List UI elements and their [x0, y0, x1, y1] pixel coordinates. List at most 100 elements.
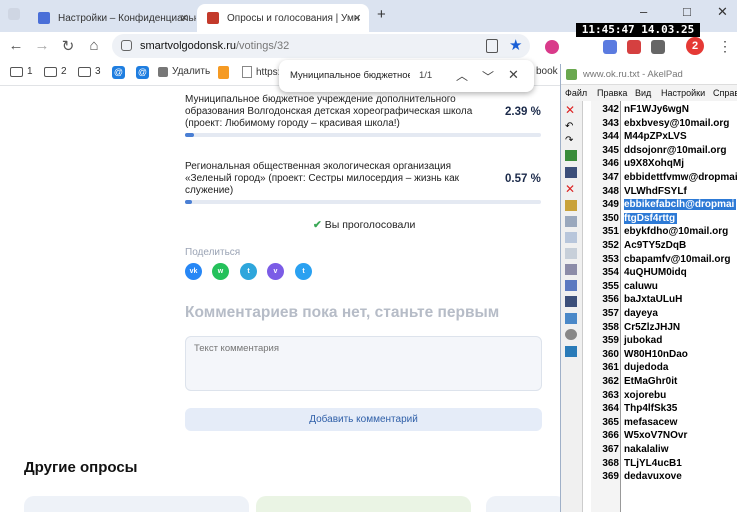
back-button[interactable]: ←: [7, 37, 25, 54]
text-line[interactable]: baJxtaULuH: [624, 294, 682, 305]
text-line[interactable]: nakalaliw: [624, 444, 668, 455]
tab-votings[interactable]: Опросы и голосования | Умн ×: [197, 4, 369, 32]
text-line[interactable]: xojorebu: [624, 390, 666, 401]
settings-icon[interactable]: [565, 329, 577, 340]
text-line[interactable]: dayeya: [624, 308, 658, 319]
text-line[interactable]: TLjYL4ucB1: [624, 458, 682, 469]
panel-icon[interactable]: [565, 346, 577, 357]
text-line[interactable]: ebxbvesy@10mail.org: [624, 118, 729, 129]
text-line[interactable]: mefasacew: [624, 417, 677, 428]
close-doc-icon[interactable]: ✕: [565, 104, 577, 116]
text-line[interactable]: dujedoda: [624, 362, 668, 373]
maximize-button[interactable]: □: [683, 4, 691, 19]
extension-icon[interactable]: [545, 40, 559, 54]
text-line[interactable]: Cr5ZlzJHJN: [624, 322, 680, 333]
add-comment-button[interactable]: Добавить комментарий: [185, 408, 542, 431]
ok-icon: [218, 66, 229, 79]
akelpad-window: www.ok.ru.txt - AkelPad Файл Правка Вид …: [560, 64, 737, 512]
twitter-share-icon[interactable]: t: [295, 263, 312, 280]
bookmark-mail-1[interactable]: @: [112, 66, 125, 79]
text-line[interactable]: 4uQHUM0idq: [624, 267, 687, 278]
find-input[interactable]: Муниципальное бюджетное у: [290, 70, 410, 81]
tab-search-icon[interactable]: [8, 8, 20, 20]
find-next-button[interactable]: ﹀: [482, 68, 494, 85]
copy-icon[interactable]: [565, 200, 577, 211]
text-line[interactable]: dedavuxove: [624, 471, 682, 482]
delete-icon[interactable]: ✕: [565, 183, 577, 195]
replace-icon[interactable]: [565, 264, 577, 275]
menu-view[interactable]: Вид: [635, 88, 651, 98]
text-line[interactable]: nF1WJy6wgN: [624, 104, 689, 115]
paste-icon[interactable]: [565, 232, 577, 243]
poll-card[interactable]: [486, 496, 560, 512]
text-line[interactable]: ddsojonr@10mail.org: [624, 145, 727, 156]
text-line[interactable]: W80H10nDao: [624, 349, 688, 360]
text-line[interactable]: cbapamfv@10mail.org: [624, 254, 730, 265]
close-icon[interactable]: ×: [180, 10, 188, 25]
selected-text-line[interactable]: ftgDsf4rttg: [624, 212, 678, 224]
save-all-icon[interactable]: [565, 296, 577, 307]
profile-avatar[interactable]: 2: [686, 37, 704, 55]
minimize-button[interactable]: –: [640, 4, 647, 19]
text-line[interactable]: ebykfdho@10mail.org: [624, 226, 728, 237]
extension-icon[interactable]: [603, 40, 617, 54]
bookmark-ok[interactable]: [218, 66, 229, 79]
find-icon[interactable]: [565, 248, 577, 259]
bookmark-tail[interactable]: book: [536, 66, 558, 77]
text-line[interactable]: EtMaGhr0it: [624, 376, 677, 387]
window-icon[interactable]: [565, 216, 577, 227]
selected-text-line[interactable]: ebbikefabclh@dropmai: [624, 199, 737, 211]
line-number: 343: [602, 117, 619, 129]
save-icon[interactable]: [565, 167, 577, 178]
close-window-button[interactable]: ✕: [717, 4, 728, 20]
menu-file[interactable]: Файл: [565, 88, 587, 98]
close-icon[interactable]: ×: [353, 10, 361, 25]
bookmark-folder-2[interactable]: 2: [44, 66, 67, 77]
telegram-share-icon[interactable]: t: [240, 263, 257, 280]
forward-button[interactable]: →: [33, 37, 51, 54]
find-previous-button[interactable]: ︿: [456, 67, 468, 84]
tab-settings[interactable]: Настройки – Конфиденциальн ×: [28, 4, 196, 32]
reader-icon[interactable]: [486, 39, 498, 53]
poll-card[interactable]: [256, 496, 471, 512]
menu-edit[interactable]: Правка: [597, 88, 627, 98]
tool-icon[interactable]: [565, 313, 577, 324]
home-button[interactable]: ⌂: [85, 37, 103, 54]
menu-kebab-icon[interactable]: ⋮: [718, 38, 732, 55]
extension-icon[interactable]: [627, 40, 641, 54]
text-line[interactable]: Ac9TY5zDqB: [624, 240, 686, 251]
viber-share-icon[interactable]: v: [267, 263, 284, 280]
find-close-button[interactable]: ✕: [508, 67, 519, 83]
redo-icon[interactable]: ↷: [565, 135, 577, 146]
bookmark-star-icon[interactable]: ★: [509, 36, 522, 54]
text-line[interactable]: Thp4lfSk35: [624, 403, 677, 414]
text-line[interactable]: W5xoV7NOvr: [624, 430, 687, 441]
vk-share-icon[interactable]: vk: [185, 263, 202, 280]
address-bar[interactable]: smartvolgodonsk.ru/votings/32 ★: [112, 34, 530, 58]
menu-help[interactable]: Справ: [713, 88, 737, 98]
text-line[interactable]: VLWhdFSYLf: [624, 186, 687, 197]
bookmark-folder-3[interactable]: 3: [78, 66, 101, 77]
folder-icon: [44, 66, 57, 77]
line-number: 357: [602, 308, 619, 319]
new-file-icon[interactable]: [565, 150, 577, 161]
whatsapp-share-icon[interactable]: w: [212, 263, 229, 280]
bookmark-delete[interactable]: Удалить: [158, 66, 210, 77]
site-info-icon[interactable]: [121, 40, 132, 51]
new-tab-button[interactable]: +: [377, 6, 386, 23]
text-line[interactable]: jubokad: [624, 335, 662, 346]
text-line[interactable]: u9X8XohqMj: [624, 158, 684, 169]
menu-settings[interactable]: Настройки: [661, 88, 705, 98]
undo-icon[interactable]: ↶: [565, 121, 577, 132]
text-line[interactable]: ebbidettfvmw@dropmai: [624, 172, 737, 183]
poll-card[interactable]: [24, 496, 249, 512]
bookmark-link[interactable]: https:: [242, 66, 280, 78]
comment-textarea[interactable]: [185, 336, 542, 391]
wrap-icon[interactable]: [565, 280, 577, 291]
extensions-puzzle-icon[interactable]: [651, 40, 665, 54]
reload-button[interactable]: ↻: [59, 37, 77, 55]
bookmark-folder-1[interactable]: 1: [10, 66, 33, 77]
text-line[interactable]: caluwu: [624, 281, 658, 292]
text-line[interactable]: M44pZPxLVS: [624, 131, 687, 142]
bookmark-mail-2[interactable]: @: [136, 66, 149, 79]
